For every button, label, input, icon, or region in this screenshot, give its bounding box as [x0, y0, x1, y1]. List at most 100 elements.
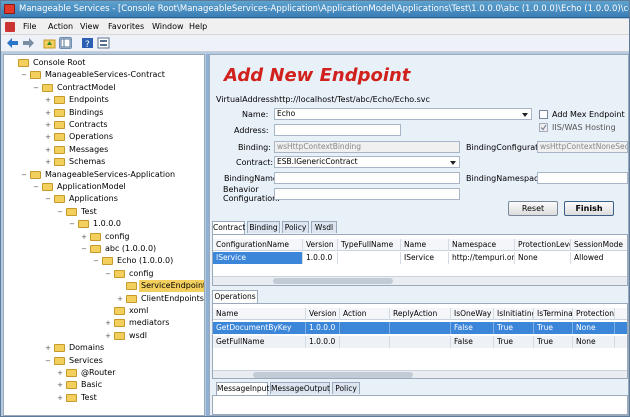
grid-cell[interactable]: False — [451, 336, 494, 348]
tab-message-policy[interactable]: Policy — [332, 382, 360, 394]
grid-cell[interactable] — [340, 336, 390, 348]
behavior-input[interactable] — [274, 188, 460, 200]
operations-grid-scrollbar[interactable] — [213, 370, 627, 378]
column-header[interactable]: SessionMode — [571, 239, 627, 251]
expand-icon[interactable]: + — [44, 121, 52, 129]
grid-cell[interactable]: True — [494, 322, 534, 334]
menu-window[interactable]: Window — [152, 22, 184, 31]
binding-namespace-input[interactable] — [537, 172, 628, 184]
tab-message-input[interactable]: MessageInput — [216, 382, 269, 395]
expand-icon[interactable]: + — [80, 233, 88, 241]
column-header[interactable]: ConfigurationName — [213, 239, 303, 251]
grid-cell[interactable]: Allowed — [571, 252, 627, 264]
collapse-icon[interactable]: − — [32, 84, 40, 92]
grid-cell[interactable]: IService — [401, 252, 449, 264]
grid-cell[interactable]: True — [534, 322, 573, 334]
contract-select[interactable]: ESB.IGenericContract — [274, 156, 460, 168]
grid-cell[interactable]: GetDocumentByKey — [213, 322, 306, 334]
column-header[interactable]: Version — [306, 308, 340, 320]
table-row[interactable]: GetDocumentByKey 1.0.0.0 False True True None — [213, 322, 627, 334]
menu-view[interactable]: View — [80, 22, 99, 31]
name-select[interactable]: Echo — [274, 108, 532, 120]
collapse-icon[interactable]: − — [32, 183, 40, 191]
grid-cell[interactable] — [390, 336, 451, 348]
collapse-icon[interactable]: − — [44, 357, 52, 365]
expand-icon[interactable]: + — [44, 158, 52, 166]
grid-cell[interactable]: True — [494, 336, 534, 348]
expand-icon[interactable]: + — [116, 295, 124, 303]
finish-button[interactable]: Finish — [564, 201, 614, 216]
table-row[interactable]: GetFullName 1.0.0.0 False True True None — [213, 336, 627, 348]
column-header[interactable]: TypeFullName — [338, 239, 401, 251]
column-header[interactable]: IsInitiating — [494, 308, 534, 320]
contract-grid[interactable]: ConfigurationName Version TypeFullName Name… — [212, 234, 628, 286]
collapse-icon[interactable]: − — [92, 257, 100, 265]
column-header[interactable]: Namespace — [449, 239, 515, 251]
grid-cell[interactable]: 1.0.0.0 — [306, 322, 340, 334]
collapse-icon[interactable]: − — [104, 270, 112, 278]
column-header[interactable]: Action — [340, 308, 390, 320]
iis-was-checkbox[interactable] — [539, 123, 548, 132]
expand-icon[interactable]: + — [104, 332, 112, 340]
column-header[interactable]: Version — [303, 239, 338, 251]
column-header[interactable]: IsTerminating — [534, 308, 573, 320]
menu-favorites[interactable]: Favorites — [108, 22, 144, 31]
tab-binding[interactable]: Binding — [247, 221, 280, 233]
collapse-icon[interactable]: − — [68, 220, 76, 228]
properties-icon[interactable] — [97, 37, 110, 49]
grid-cell[interactable]: True — [534, 336, 573, 348]
grid-cell[interactable]: None — [573, 336, 615, 348]
grid-cell[interactable]: IService — [213, 252, 303, 264]
menu-file[interactable]: File — [23, 22, 36, 31]
up-folder-icon[interactable] — [43, 37, 56, 49]
column-header[interactable]: Name — [213, 308, 306, 320]
tab-contract[interactable]: Contract — [212, 221, 245, 234]
tab-policy[interactable]: Policy — [282, 221, 309, 233]
column-header[interactable]: Name — [401, 239, 449, 251]
grid-cell[interactable]: None — [515, 252, 571, 264]
expand-icon[interactable]: + — [44, 146, 52, 154]
column-header[interactable]: ReplyAction — [390, 308, 451, 320]
back-icon[interactable] — [6, 37, 19, 49]
operations-grid[interactable]: Name Version Action ReplyAction IsOneWay IsIn… — [212, 303, 628, 379]
collapse-icon[interactable]: − — [20, 71, 28, 79]
expand-icon[interactable]: + — [44, 344, 52, 352]
collapse-icon[interactable]: − — [80, 245, 88, 253]
grid-cell[interactable]: 1.0.0.0 — [306, 336, 340, 348]
collapse-icon[interactable]: − — [44, 195, 52, 203]
collapse-icon[interactable]: − — [56, 208, 64, 216]
reset-button[interactable]: Reset — [508, 201, 558, 216]
binding-name-input[interactable] — [274, 172, 460, 184]
expand-icon[interactable]: + — [56, 369, 64, 377]
menu-help[interactable]: Help — [189, 22, 207, 31]
address-input[interactable] — [274, 124, 401, 136]
expand-icon[interactable]: + — [44, 133, 52, 141]
help-icon[interactable]: ? — [81, 37, 94, 50]
tab-operations[interactable]: Operations — [212, 290, 258, 303]
add-mex-checkbox[interactable] — [539, 110, 548, 119]
tab-wsdl[interactable]: Wsdl — [311, 221, 337, 233]
expand-icon[interactable]: + — [44, 109, 52, 117]
tab-message-output[interactable]: MessageOutput — [270, 382, 330, 394]
expand-icon[interactable]: + — [104, 319, 112, 327]
expand-icon[interactable]: + — [44, 96, 52, 104]
grid-cell[interactable]: None — [573, 322, 615, 334]
show-tree-icon[interactable] — [59, 37, 72, 49]
console-tree[interactable]: Console Root − ManageableServices-Contract… — [3, 54, 205, 416]
expand-icon[interactable]: + — [56, 394, 64, 402]
menu-action[interactable]: Action — [48, 22, 73, 31]
expand-icon[interactable]: + — [56, 381, 64, 389]
grid-cell[interactable]: http://tempuri.org/ — [449, 252, 515, 264]
contract-grid-scrollbar[interactable] — [213, 276, 627, 285]
menu-icon[interactable] — [5, 22, 15, 32]
forward-icon[interactable] — [22, 37, 35, 49]
column-header[interactable]: ProtectionLevel — [573, 308, 615, 320]
grid-cell[interactable] — [390, 322, 451, 334]
grid-cell[interactable] — [338, 252, 401, 264]
collapse-icon[interactable]: − — [20, 171, 28, 179]
grid-cell[interactable]: GetFullName — [213, 336, 306, 348]
grid-cell[interactable]: False — [451, 322, 494, 334]
grid-cell[interactable] — [340, 322, 390, 334]
grid-cell[interactable]: 1.0.0.0 — [303, 252, 338, 264]
column-header[interactable]: ProtectionLevel — [515, 239, 571, 251]
